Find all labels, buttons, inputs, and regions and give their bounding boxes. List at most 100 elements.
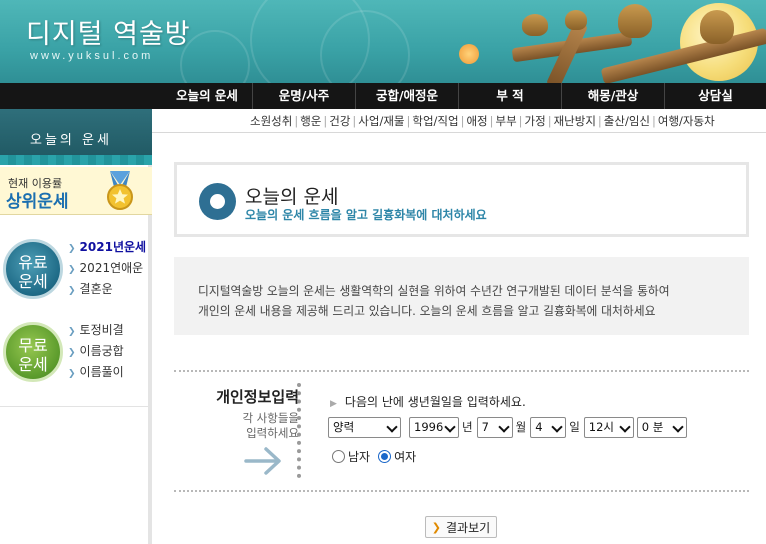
- free-fortune-list: ❯ 토정비결 ❯ 이름궁합 ❯ 이름풀이: [68, 320, 124, 383]
- topnav-item-destiny[interactable]: 운명/사주: [252, 83, 355, 109]
- wooden-duck-illustration: [522, 14, 548, 36]
- sun-illustration: [459, 44, 479, 64]
- divider: |: [323, 114, 328, 128]
- chevron-right-icon: ❯: [68, 265, 76, 275]
- medal-icon: [107, 171, 133, 210]
- divider: [0, 406, 148, 407]
- select-value: 1996: [414, 420, 444, 434]
- page-title: 오늘의 운세: [245, 186, 339, 208]
- form-subheading-line1: 각 사항들을: [242, 411, 299, 425]
- view-result-button[interactable]: ❯ 결과보기: [425, 516, 497, 538]
- chevron-down-icon: [444, 421, 456, 433]
- subnav-item[interactable]: 사업/재물: [358, 113, 404, 129]
- month-unit-label: 월: [515, 420, 527, 434]
- chevron-right-icon: ❯: [68, 369, 76, 379]
- subnav-item[interactable]: 소원성취: [250, 113, 292, 129]
- divider: |: [547, 114, 552, 128]
- sidebar-item-label: 이름풀이: [79, 365, 124, 379]
- select-value: 0 분: [641, 420, 664, 434]
- sidebar-item-name-reading[interactable]: ❯ 이름풀이: [68, 362, 124, 383]
- site-logo-url: www.yuksul.com: [30, 50, 154, 62]
- subnav-item[interactable]: 가정: [525, 113, 546, 129]
- gender-female-label[interactable]: 여자: [394, 448, 416, 465]
- hour-select[interactable]: 12시: [583, 416, 634, 438]
- sidebar-header-wave: [0, 155, 152, 165]
- banner-swirl: [320, 10, 410, 83]
- sidebar-item-2021-fortune[interactable]: ❯ 2021년운세: [68, 237, 146, 258]
- site-logo-title[interactable]: 디지털 역술방: [26, 12, 191, 51]
- topnav-item-compatibility[interactable]: 궁합/애정운: [355, 83, 458, 109]
- description-line: 개인의 운세 내용을 제공해 드리고 있습니다. 오늘의 운세 흐름을 알고 길…: [198, 304, 656, 318]
- paid-badge-line2: 운세: [18, 272, 48, 291]
- chevron-right-icon: ❯: [68, 244, 76, 254]
- free-fortune-badge: 무료 운세: [3, 322, 63, 382]
- gender-radio-group: 남자 여자: [332, 447, 416, 465]
- arrow-right-icon: [244, 447, 281, 475]
- divider: |: [652, 114, 656, 128]
- paid-fortune-badge: 유료 운세: [3, 239, 63, 299]
- subnav-item[interactable]: 건강: [329, 113, 350, 129]
- subnav-item[interactable]: 재난방지: [554, 113, 596, 129]
- divider: |: [406, 114, 411, 128]
- ring-icon: [199, 183, 236, 220]
- subnav-item[interactable]: 행운: [300, 113, 321, 129]
- gender-female-radio[interactable]: [378, 449, 392, 463]
- wooden-duck-illustration: [700, 10, 734, 44]
- sidebar-item-label: 이름궁합: [79, 344, 124, 358]
- divider: |: [518, 114, 523, 128]
- select-value: 12시: [588, 420, 614, 434]
- chevron-right-icon: ❯: [431, 520, 442, 534]
- chevron-right-icon: ❯: [68, 327, 76, 337]
- form-subheading-line2: 입력하세요: [246, 426, 299, 440]
- divider: |: [597, 114, 602, 128]
- free-badge-line2: 운세: [18, 355, 48, 374]
- sidebar-item-tojeong[interactable]: ❯ 토정비결: [68, 320, 124, 341]
- sidebar-item-marriage[interactable]: ❯ 결혼운: [68, 279, 146, 300]
- subnav-item[interactable]: 학업/직업: [412, 113, 458, 129]
- chevron-right-icon: ❯: [68, 348, 76, 358]
- page-title-box: 오늘의 운세 오늘의 운세 흐름을 알고 길흉화복에 대처하세요: [174, 162, 749, 237]
- page-subtitle: 오늘의 운세 흐름을 알고 길흉화복에 대처하세요: [245, 208, 487, 222]
- day-unit-label: 일: [569, 420, 580, 434]
- calendar-type-select[interactable]: 양력: [328, 416, 401, 438]
- birthdate-inputs: 양력 1996 년 7 월 4 일 12시 0 분: [328, 416, 687, 438]
- sidebar-item-label: 2021연애운: [79, 261, 144, 275]
- sidebar-item-label: 2021년운세: [79, 240, 147, 254]
- subnav-item[interactable]: 출산/임신: [604, 113, 650, 129]
- minute-select[interactable]: 0 분: [636, 416, 687, 438]
- form-subheading: 각 사항들을 입력하세요: [242, 411, 299, 441]
- subnav-item[interactable]: 애정: [466, 113, 487, 129]
- birthdate-prompt: ▶ 다음의 난에 생년월일을 입력하세요.: [330, 393, 526, 410]
- year-select[interactable]: 1996: [409, 416, 459, 438]
- chevron-down-icon: [672, 421, 684, 433]
- topnav-item-dream[interactable]: 해몽/관상: [561, 83, 664, 109]
- top-ranked-fortune-banner[interactable]: 현재 이용률 상위운세: [0, 167, 152, 215]
- month-select[interactable]: 7: [476, 416, 513, 438]
- triangle-right-icon: ▶: [330, 399, 337, 409]
- topnav-item-talisman[interactable]: 부 적: [458, 83, 561, 109]
- sidebar-item-label: 결혼운: [79, 282, 113, 296]
- sidebar-item-label: 토정비결: [79, 323, 124, 337]
- chevron-right-icon: ❯: [68, 286, 76, 296]
- topnav-item-counsel[interactable]: 상담실: [664, 83, 766, 109]
- subnav-item[interactable]: 여행/자동차: [658, 113, 715, 129]
- free-badge-line1: 무료: [18, 336, 48, 355]
- divider: |: [352, 114, 357, 128]
- gender-male-label[interactable]: 남자: [348, 448, 370, 465]
- sidebar-item-name-match[interactable]: ❯ 이름궁합: [68, 341, 124, 362]
- divider: |: [460, 114, 465, 128]
- year-unit-label: 년: [462, 420, 473, 434]
- subnav-item[interactable]: 부부: [496, 113, 517, 129]
- sidebar-header-title: 오늘의 운세: [30, 133, 112, 148]
- day-select[interactable]: 4: [530, 416, 567, 438]
- chevron-down-icon: [619, 421, 631, 433]
- wooden-duck-illustration: [618, 4, 652, 38]
- divider: |: [294, 114, 299, 128]
- topnav-item-today-fortune[interactable]: 오늘의 운세: [162, 83, 252, 109]
- divider: [174, 490, 749, 492]
- divider: [174, 370, 749, 372]
- rank-banner-line2: 상위운세: [6, 192, 69, 212]
- sidebar-item-2021-love[interactable]: ❯ 2021연애운: [68, 258, 146, 279]
- wooden-duck-illustration: [565, 10, 587, 30]
- gender-male-radio[interactable]: [332, 449, 345, 463]
